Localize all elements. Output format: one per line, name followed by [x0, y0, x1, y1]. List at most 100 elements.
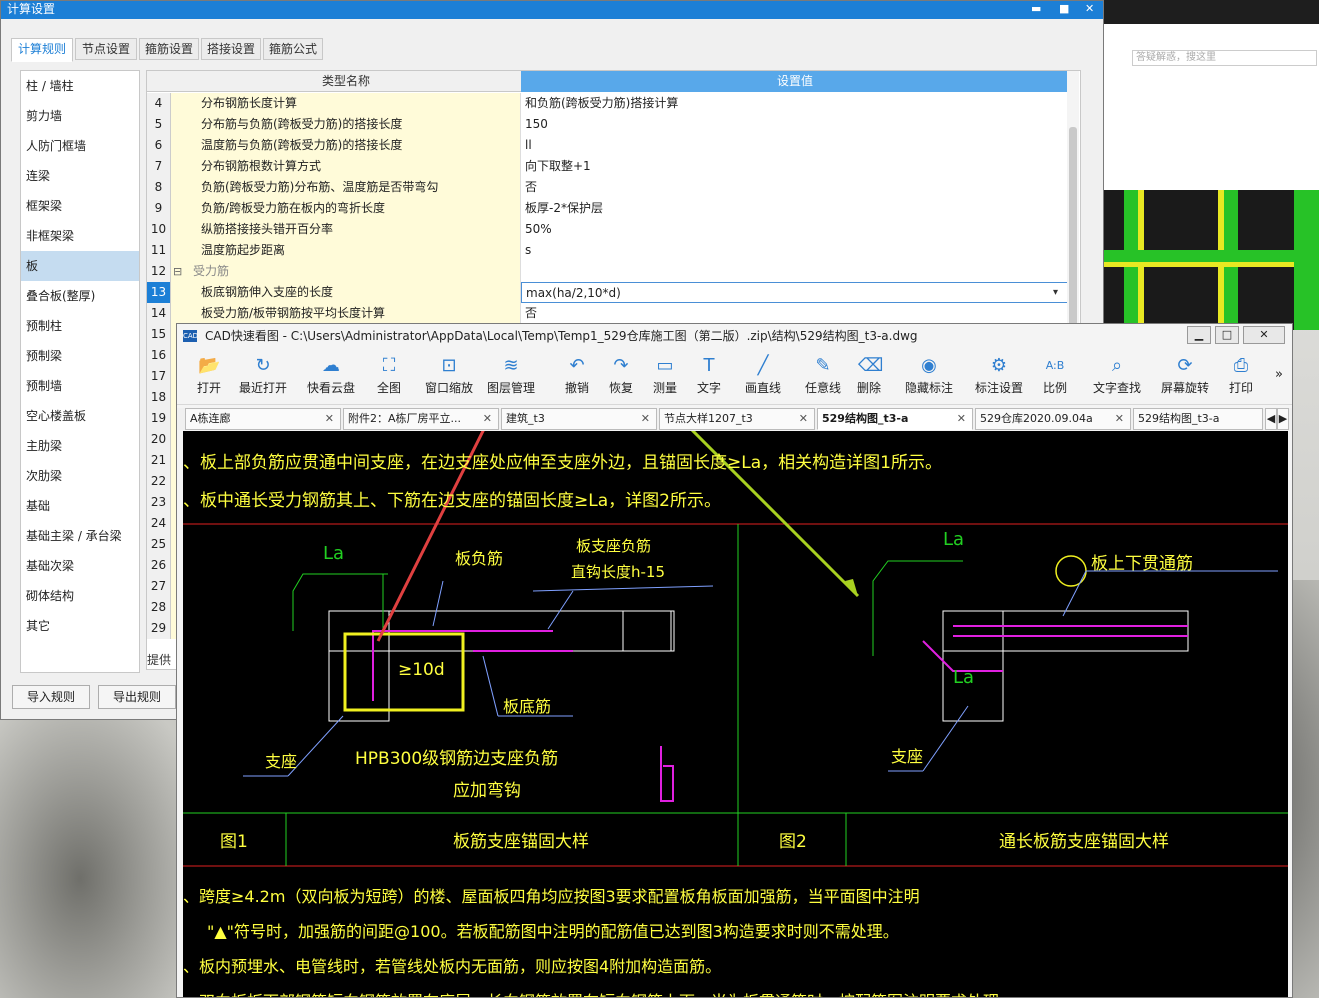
- cad-maximize-button[interactable]: □: [1215, 326, 1239, 344]
- setting-value[interactable]: 否: [521, 177, 1069, 198]
- doc-tab[interactable]: 建筑_t3 ✕: [501, 408, 657, 430]
- cad-close-button[interactable]: ✕: [1243, 326, 1285, 344]
- list-item[interactable]: 次肋梁: [21, 461, 139, 491]
- list-item[interactable]: 剪力墙: [21, 101, 139, 131]
- redo-tool-button[interactable]: ↷ 恢复: [609, 355, 633, 396]
- list-item[interactable]: 其它: [21, 611, 139, 641]
- doc-tab[interactable]: A栋连廊 ✕: [185, 408, 341, 430]
- fit-tool-button[interactable]: ⛶ 全图: [377, 355, 401, 396]
- list-item-selected[interactable]: 板: [21, 251, 139, 281]
- scrollbar-thumb[interactable]: [1069, 127, 1077, 327]
- doc-tab[interactable]: 529结构图_t3-a: [1133, 408, 1263, 430]
- setting-value[interactable]: s: [521, 240, 1069, 261]
- list-item[interactable]: 非框架梁: [21, 221, 139, 251]
- setting-value[interactable]: ll: [521, 135, 1069, 156]
- setting-value[interactable]: [521, 261, 1069, 282]
- text-tool-button[interactable]: T 文字: [697, 355, 721, 396]
- tab-stirrup-settings[interactable]: 箍筋设置: [139, 38, 199, 60]
- close-icon[interactable]: ✕: [325, 409, 334, 429]
- export-rules-button[interactable]: 导出规则: [98, 685, 176, 709]
- list-item[interactable]: 基础主梁 / 承台梁: [21, 521, 139, 551]
- collapse-icon[interactable]: ⊟: [173, 261, 182, 282]
- cad-minimize-button[interactable]: ▁: [1187, 326, 1211, 344]
- table-row[interactable]: 5 分布筋与负筋(跨板受力筋)的搭接长度 150: [147, 114, 1069, 135]
- search-tool-button[interactable]: ⌕ 文字查找: [1093, 355, 1141, 396]
- tab-stirrup-formula[interactable]: 箍筋公式: [263, 38, 323, 60]
- list-item[interactable]: 砌体结构: [21, 581, 139, 611]
- list-item[interactable]: 预制墙: [21, 371, 139, 401]
- rotate-tool-button[interactable]: ⟳ 屏幕旋转: [1161, 355, 1209, 396]
- print-tool-button[interactable]: ⎙ 打印: [1229, 355, 1253, 396]
- setting-value[interactable]: 板厚-2*保护层: [521, 198, 1069, 219]
- list-item[interactable]: 柱 / 墙柱: [21, 71, 139, 101]
- tool-label: 恢复: [609, 381, 634, 395]
- setting-value[interactable]: 150: [521, 114, 1069, 135]
- list-item[interactable]: 主肋梁: [21, 431, 139, 461]
- close-icon[interactable]: ✕: [641, 409, 650, 429]
- table-row[interactable]: 14 板受力筋/板带钢筋按平均长度计算否: [147, 303, 1069, 324]
- table-row[interactable]: 11 温度筋起步距离 s: [147, 240, 1069, 261]
- settings-tool-button[interactable]: ⚙ 标注设置: [975, 355, 1023, 396]
- list-item[interactable]: 人防门框墙: [21, 131, 139, 161]
- setting-value[interactable]: 否: [521, 303, 1069, 324]
- cloud-tool-button[interactable]: ☁ 快看云盘: [307, 355, 355, 396]
- line-tool-button[interactable]: ╱ 画直线: [745, 355, 781, 396]
- setting-value[interactable]: 50%: [521, 219, 1069, 240]
- toolbar-more-icon[interactable]: »: [1275, 367, 1283, 382]
- list-item[interactable]: 连梁: [21, 161, 139, 191]
- doc-tab[interactable]: 529仓库2020.09.04a ✕: [975, 408, 1131, 430]
- qa-search-input[interactable]: 答疑解惑，搜这里: [1132, 50, 1317, 66]
- import-rules-button[interactable]: 导入规则: [12, 685, 90, 709]
- layers-tool-button[interactable]: ≋ 图层管理: [487, 355, 535, 396]
- tab-scroll-right-icon[interactable]: ▶: [1277, 408, 1289, 430]
- list-item[interactable]: 预制柱: [21, 311, 139, 341]
- minimize-button[interactable]: ▬: [1031, 1, 1041, 17]
- close-icon[interactable]: ✕: [799, 409, 808, 429]
- eye-tool-button[interactable]: ◉ 隐藏标注: [905, 355, 953, 396]
- measure-tool-button[interactable]: ▭ 测量: [653, 355, 677, 396]
- list-item[interactable]: 框架梁: [21, 191, 139, 221]
- chevron-down-icon[interactable]: ▾: [1053, 282, 1058, 303]
- cad-note-line: 、板中通长受力钢筋其上、下筋在边支座的锚固长度≥La，详图2所示。: [183, 491, 721, 511]
- cad-note-line: 、板内预埋水、电管线时，若管线处板内无面筋，则应按图4附加构造面筋。: [183, 957, 722, 976]
- tool-label: 图层管理: [487, 381, 536, 395]
- pen-tool-button[interactable]: ✎ 任意线: [805, 355, 841, 396]
- setting-value-dropdown[interactable]: max(ha/2,10*d): [521, 282, 1069, 303]
- column-header-value[interactable]: 设置值: [521, 71, 1069, 92]
- tab-calc-rules[interactable]: 计算规则: [11, 38, 73, 62]
- close-icon[interactable]: ✕: [957, 409, 966, 429]
- close-icon[interactable]: ✕: [483, 409, 492, 429]
- doc-tab[interactable]: 节点大样1207_t3 ✕: [659, 408, 815, 430]
- table-row[interactable]: 6 温度筋与负筋(跨板受力筋)的搭接长度 ll: [147, 135, 1069, 156]
- table-row[interactable]: 10 纵筋搭接接头错开百分率 50%: [147, 219, 1069, 240]
- undo-tool-button[interactable]: ↶ 撤销: [565, 355, 589, 396]
- table-row[interactable]: 8 负筋(跨板受力筋)分布筋、温度筋是否带弯勾否: [147, 177, 1069, 198]
- setting-value[interactable]: 和负筋(跨板受力筋)搭接计算: [521, 93, 1069, 114]
- tab-node-settings[interactable]: 节点设置: [75, 38, 137, 60]
- tab-scroll-left-icon[interactable]: ◀: [1265, 408, 1277, 430]
- cad-drawing-canvas[interactable]: 、板上部负筋应贯通中间支座，在边支座处应伸至支座外边，且锚固长度≥La，相关构造…: [183, 431, 1288, 997]
- scale-tool-button[interactable]: A:B 比例: [1043, 355, 1067, 396]
- list-item[interactable]: 空心楼盖板: [21, 401, 139, 431]
- list-item[interactable]: 基础: [21, 491, 139, 521]
- list-item[interactable]: 预制梁: [21, 341, 139, 371]
- table-row[interactable]: 9 负筋/跨板受力筋在板内的弯折长度 板厚-2*保护层: [147, 198, 1069, 219]
- table-row[interactable]: 7 分布钢筋根数计算方式 向下取整+1: [147, 156, 1069, 177]
- doc-tab-active[interactable]: 529结构图_t3-a ✕: [817, 408, 973, 430]
- setting-value[interactable]: 向下取整+1: [521, 156, 1069, 177]
- history-tool-button[interactable]: ↻ 最近打开: [239, 355, 287, 396]
- table-row[interactable]: 13 板底钢筋伸入支座的长度 max(ha/2,10*d) ▾: [147, 282, 1069, 303]
- close-button[interactable]: ✕: [1085, 1, 1094, 17]
- column-header-type[interactable]: 类型名称: [171, 71, 521, 92]
- list-item[interactable]: 叠合板(整厚): [21, 281, 139, 311]
- table-row[interactable]: 12 受力筋 ⊟: [147, 261, 1069, 282]
- folder-tool-button[interactable]: 📂 打开: [197, 355, 221, 396]
- doc-tab[interactable]: 附件2：A栋厂房平立... ✕: [343, 408, 499, 430]
- maximize-button[interactable]: ■: [1059, 1, 1069, 17]
- tab-lap-settings[interactable]: 搭接设置: [201, 38, 261, 60]
- table-row[interactable]: 4 分布钢筋长度计算 和负筋(跨板受力筋)搭接计算: [147, 93, 1069, 114]
- zoom-window-tool-button[interactable]: ⊡ 窗口缩放: [425, 355, 473, 396]
- eraser-tool-button[interactable]: ⌫ 删除: [857, 355, 883, 396]
- close-icon[interactable]: ✕: [1115, 409, 1124, 429]
- list-item[interactable]: 基础次梁: [21, 551, 139, 581]
